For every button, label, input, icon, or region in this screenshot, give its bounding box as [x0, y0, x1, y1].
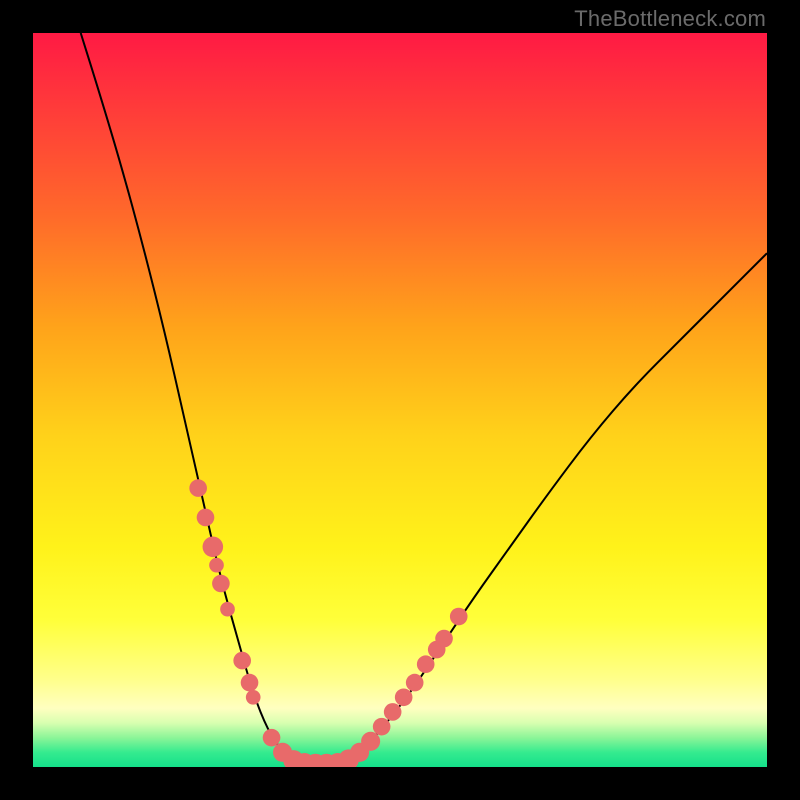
data-marker	[189, 479, 207, 497]
data-marker	[233, 652, 251, 670]
data-marker	[263, 729, 281, 747]
data-marker	[209, 558, 224, 573]
data-marker	[220, 602, 235, 617]
data-marker	[395, 688, 413, 706]
data-marker	[212, 575, 230, 593]
data-marker	[450, 608, 468, 626]
data-marker	[373, 718, 391, 736]
chart-plot-area	[33, 33, 767, 767]
data-marker	[203, 537, 224, 558]
bottleneck-curve	[81, 33, 767, 764]
data-marker	[384, 703, 402, 721]
data-marker	[361, 732, 380, 751]
attribution-text: TheBottleneck.com	[574, 6, 766, 32]
data-marker	[246, 690, 261, 705]
data-marker	[241, 674, 259, 692]
data-marker	[417, 655, 435, 673]
chart-svg	[33, 33, 767, 767]
data-marker	[435, 630, 453, 648]
data-marker	[197, 509, 215, 527]
data-marker	[406, 674, 424, 692]
